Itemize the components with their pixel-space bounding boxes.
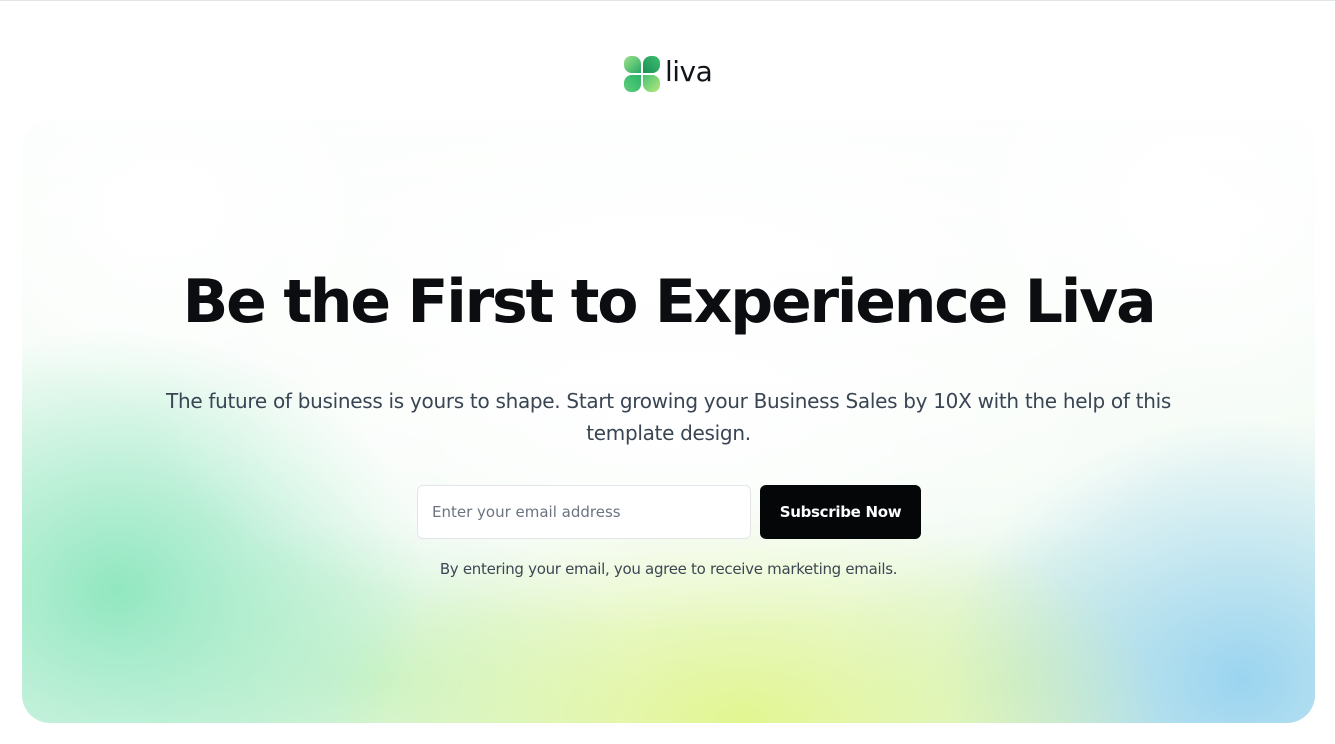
- hero-subtext: The future of business is yours to shape…: [166, 389, 1171, 445]
- brand-name: liva: [665, 55, 713, 88]
- marketing-disclaimer: By entering your email, you agree to rec…: [439, 560, 898, 578]
- subscribe-form: Subscribe Now: [417, 485, 921, 539]
- subscribe-button[interactable]: Subscribe Now: [760, 485, 921, 539]
- email-input[interactable]: [417, 485, 751, 539]
- hero-headline: Be the First to Experience Liva: [182, 267, 1157, 337]
- hero-section: Be the First to Experience Liva The futu…: [22, 120, 1315, 723]
- top-divider: [0, 0, 1335, 1]
- four-leaf-clover-icon: [623, 55, 661, 93]
- brand-logo[interactable]: liva: [623, 55, 713, 93]
